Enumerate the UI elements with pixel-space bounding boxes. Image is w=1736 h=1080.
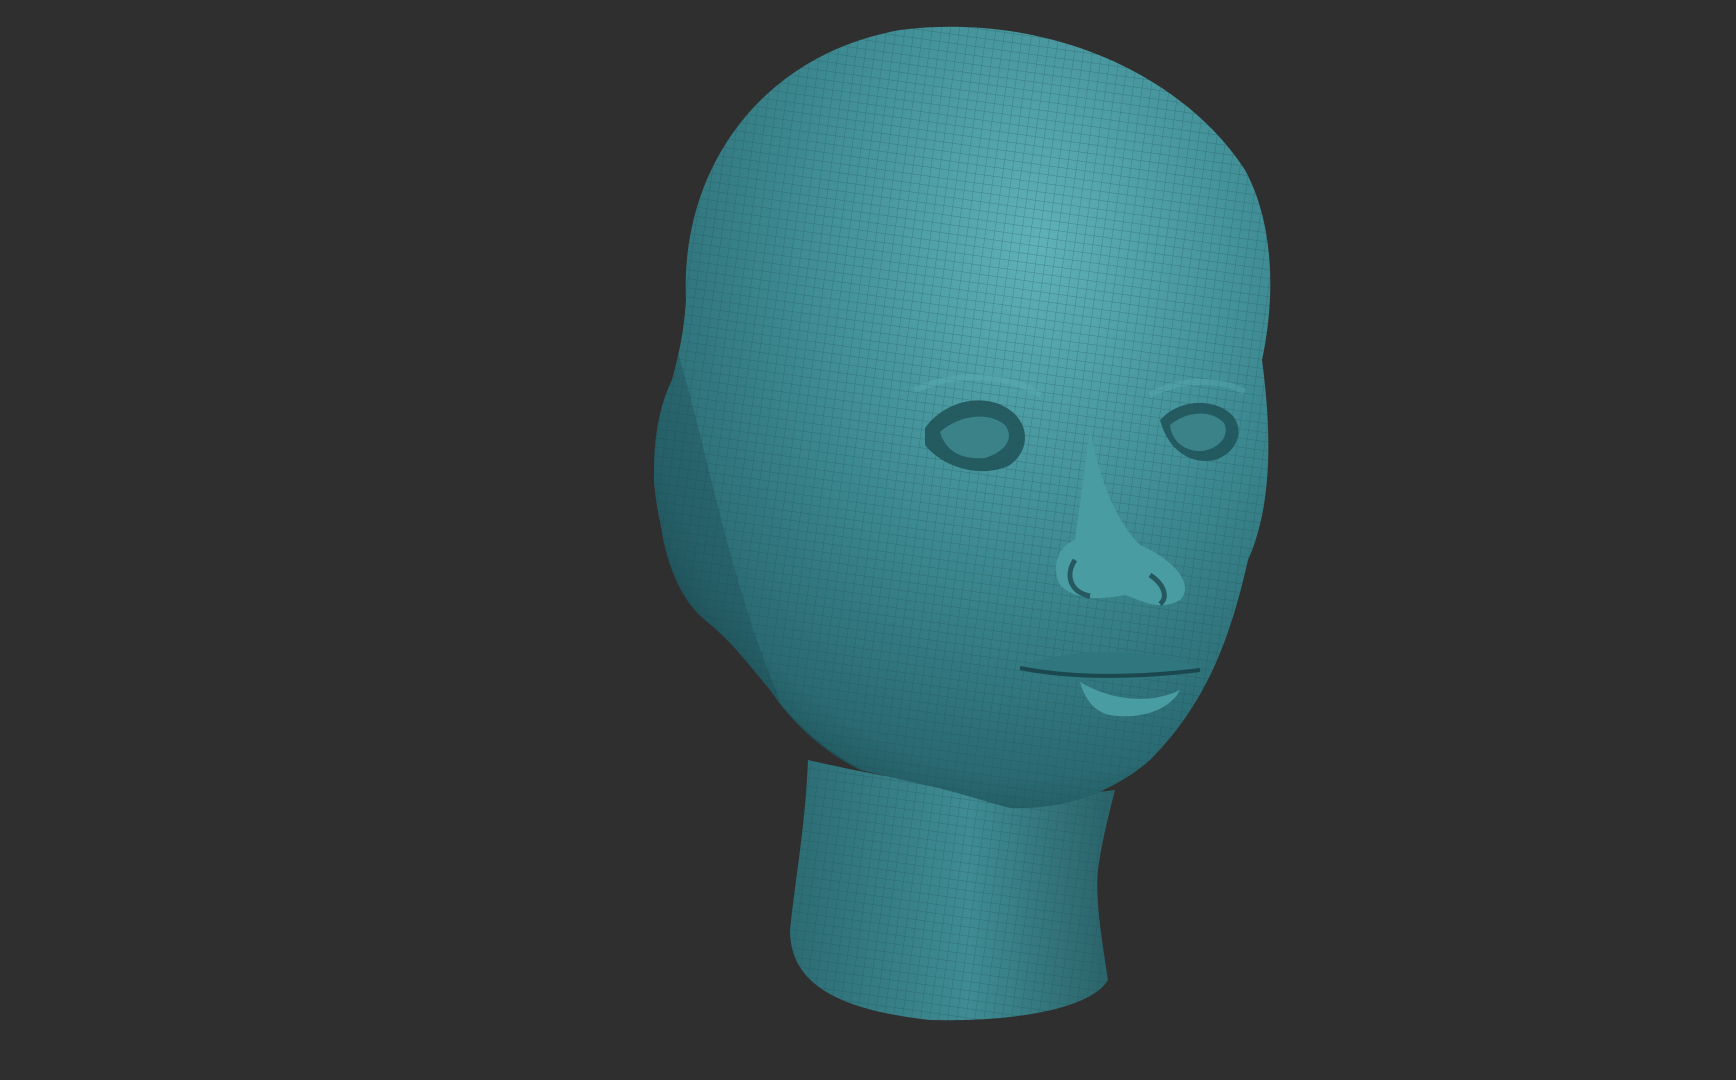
- 3d-viewport-canvas[interactable]: [0, 0, 1736, 1080]
- sculpt-model-render[interactable]: [0, 0, 1736, 1080]
